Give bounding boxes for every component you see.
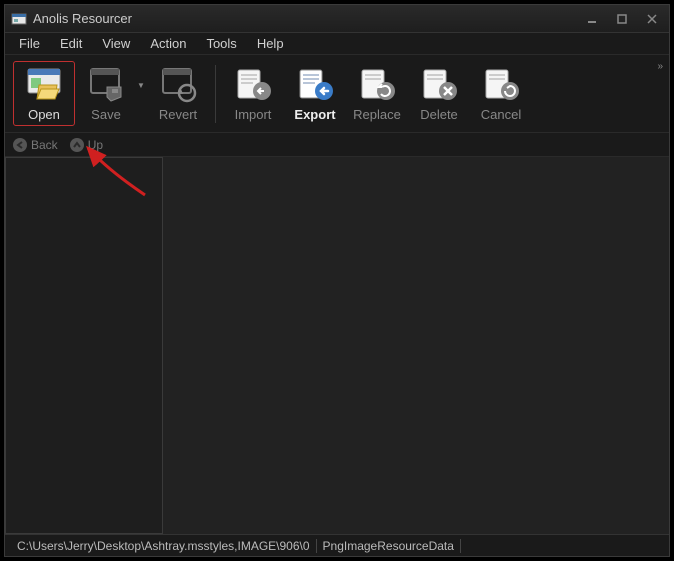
save-dropdown-arrow[interactable]: ▼: [137, 61, 147, 90]
status-type: PngImageResourceData: [317, 539, 461, 553]
replace-label: Replace: [353, 107, 401, 122]
toolbar-overflow-icon[interactable]: »: [657, 61, 663, 72]
cancel-label: Cancel: [481, 107, 521, 122]
open-label: Open: [28, 107, 60, 122]
import-icon: [234, 65, 272, 103]
cancel-button[interactable]: Cancel: [470, 61, 532, 126]
nav-back[interactable]: Back: [13, 138, 58, 152]
titlebar: Anolis Resourcer: [5, 5, 669, 33]
window-title: Anolis Resourcer: [33, 11, 577, 26]
export-label: Export: [294, 107, 335, 122]
menu-help[interactable]: Help: [247, 34, 294, 53]
revert-button[interactable]: Revert: [147, 61, 209, 126]
revert-label: Revert: [159, 107, 197, 122]
save-label: Save: [91, 107, 121, 122]
nav-up-label: Up: [88, 138, 103, 152]
open-button[interactable]: Open: [13, 61, 75, 126]
back-icon: [13, 138, 27, 152]
menu-tools[interactable]: Tools: [196, 34, 246, 53]
import-button[interactable]: Import: [222, 61, 284, 126]
close-button[interactable]: [637, 9, 667, 29]
open-icon: [25, 65, 63, 103]
up-icon: [70, 138, 84, 152]
save-icon: [87, 65, 125, 103]
main-panel: [163, 157, 669, 534]
status-path: C:\Users\Jerry\Desktop\Ashtray.msstyles,…: [11, 539, 317, 553]
save-button[interactable]: Save: [75, 61, 137, 126]
menu-action[interactable]: Action: [140, 34, 196, 53]
window-controls: [577, 9, 667, 29]
toolbar-separator: [215, 65, 216, 123]
replace-button[interactable]: Replace: [346, 61, 408, 126]
menubar: File Edit View Action Tools Help: [5, 33, 669, 55]
replace-icon: [358, 65, 396, 103]
cancel-icon: [482, 65, 520, 103]
delete-button[interactable]: Delete: [408, 61, 470, 126]
statusbar: C:\Users\Jerry\Desktop\Ashtray.msstyles,…: [5, 534, 669, 556]
revert-icon: [159, 65, 197, 103]
app-icon: [11, 11, 27, 27]
delete-icon: [420, 65, 458, 103]
content-area: [5, 157, 669, 534]
maximize-button[interactable]: [607, 9, 637, 29]
import-label: Import: [235, 107, 272, 122]
menu-file[interactable]: File: [9, 34, 50, 53]
minimize-button[interactable]: [577, 9, 607, 29]
menu-edit[interactable]: Edit: [50, 34, 92, 53]
toolbar: Open Save ▼: [5, 55, 669, 133]
save-button-group: Save ▼: [75, 61, 147, 126]
menu-view[interactable]: View: [92, 34, 140, 53]
application-window: Anolis Resourcer File Edit View Action T…: [4, 4, 670, 557]
nav-back-label: Back: [31, 138, 58, 152]
navigation-bar: Back Up: [5, 133, 669, 157]
tree-panel[interactable]: [5, 157, 163, 534]
export-button[interactable]: Export: [284, 61, 346, 126]
nav-up[interactable]: Up: [70, 138, 103, 152]
export-icon: [296, 65, 334, 103]
delete-label: Delete: [420, 107, 458, 122]
